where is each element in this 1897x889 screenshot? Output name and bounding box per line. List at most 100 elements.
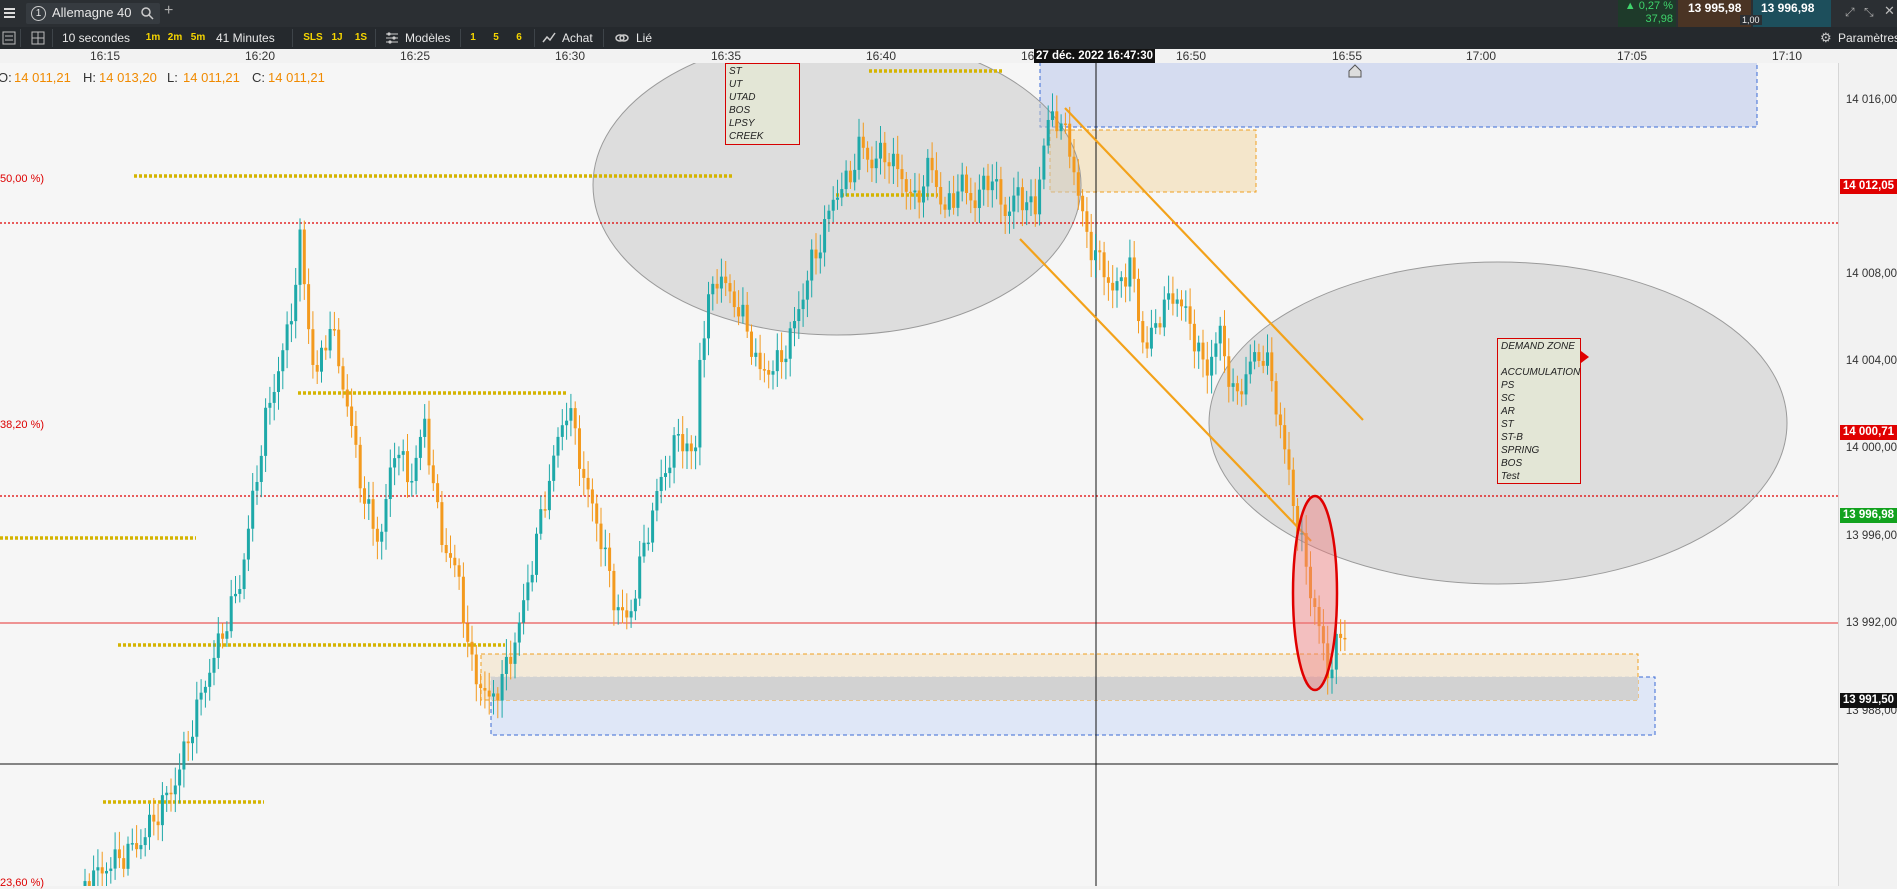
settings-icon[interactable]: ⚙	[1820, 31, 1832, 45]
candle-body	[371, 499, 375, 529]
settings-button[interactable]: Paramètres	[1838, 30, 1897, 46]
candle-body	[173, 785, 177, 795]
candle-body	[96, 867, 100, 871]
candle-body	[526, 582, 530, 601]
candle-body	[160, 795, 164, 826]
list-icon[interactable]	[2, 31, 16, 48]
candle-body	[879, 142, 882, 159]
layout-icon[interactable]	[31, 31, 45, 48]
candle-body	[178, 769, 182, 786]
candle-body	[410, 481, 414, 483]
candle-body	[909, 191, 913, 194]
candle-body	[289, 321, 293, 325]
fib-38-price-tag: 14 000,71	[1840, 425, 1897, 440]
price-axis[interactable]: 14 016,00 14 008,00 14 004,00 14 000,00 …	[1838, 63, 1897, 886]
candle-body	[702, 338, 706, 360]
candle-body	[659, 476, 663, 492]
timeframe-5m[interactable]: 5m	[189, 31, 207, 45]
candle-body	[358, 444, 362, 489]
timeframe-2m[interactable]: 2m	[166, 31, 184, 45]
candle-body	[1167, 293, 1171, 300]
price-label: 14 008,00	[1845, 268, 1897, 280]
candle-body	[92, 870, 96, 886]
models-icon	[385, 31, 399, 48]
distribution-panel[interactable]: ST UT UTAD BOS LPSY CREEK	[725, 63, 800, 145]
candle-body	[1257, 352, 1261, 361]
ohlc-high-label: H:	[83, 70, 96, 85]
candle-body	[1248, 361, 1252, 375]
price-chart[interactable]: O: 14 011,21 H: 14 013,20 L: 14 011,21 C…	[0, 63, 1838, 889]
candle-body	[479, 684, 483, 689]
timeframe-1j[interactable]: 1J	[328, 31, 346, 45]
candle-body	[698, 359, 702, 448]
panel-item: LPSY	[729, 118, 755, 129]
timeframe-1m[interactable]: 1m	[144, 31, 162, 45]
candle-body	[246, 528, 250, 560]
candle-body	[1059, 123, 1063, 132]
instrument-tab[interactable]: 1 Allemagne 40	[26, 3, 160, 24]
candle-body	[315, 364, 319, 372]
candle-body	[1201, 342, 1205, 360]
time-axis: 16:15 16:20 16:25 16:30 16:35 16:40 16:4…	[0, 49, 1897, 64]
expand-icon[interactable]: ⤢	[1845, 5, 1855, 20]
candle-body	[109, 868, 113, 871]
candle-body	[767, 370, 771, 375]
candle-body	[1266, 352, 1269, 366]
add-tab-icon[interactable]: +	[164, 2, 173, 20]
candle-body	[375, 528, 379, 542]
sls-button[interactable]: SLS	[302, 31, 324, 45]
candle-body	[990, 181, 994, 191]
candle-body	[556, 436, 560, 456]
link-button[interactable]: Lié	[636, 30, 652, 46]
candle-body	[836, 197, 839, 200]
candle-body	[715, 283, 719, 289]
minimize-icon[interactable]: ⤡	[1864, 5, 1874, 20]
time-label: 17:05	[1616, 49, 1648, 63]
candle-body	[578, 428, 581, 469]
ohlc-open-label: O:	[0, 70, 12, 85]
candle-body	[1244, 374, 1248, 395]
candle-body	[1016, 187, 1020, 196]
timeframe-1s[interactable]: 1S	[352, 31, 370, 45]
menu-icon[interactable]	[3, 5, 17, 21]
candle-body	[930, 157, 934, 171]
candle-body	[384, 499, 388, 532]
candle-body	[569, 408, 573, 421]
candle-body	[1128, 257, 1132, 287]
candle-body	[1162, 299, 1166, 328]
candle-body	[1235, 383, 1239, 392]
candle-body	[350, 406, 354, 426]
candle-body	[1063, 123, 1067, 125]
preset-5[interactable]: 5	[489, 31, 503, 45]
candle-body	[1278, 414, 1282, 426]
candle-body	[285, 324, 289, 351]
candle-body	[1055, 111, 1059, 132]
close-icon[interactable]: ✕	[1884, 3, 1895, 19]
candle-body	[1081, 195, 1085, 212]
candle-body	[423, 418, 427, 437]
preset-6[interactable]: 6	[512, 31, 526, 45]
change-box: ▲ 0,27 % 37,98	[1618, 0, 1676, 27]
preset-1[interactable]: 1	[466, 31, 480, 45]
candle-body	[1124, 277, 1128, 287]
panel-item: CREEK	[729, 131, 764, 142]
duration-select[interactable]: 41 Minutes	[216, 30, 275, 46]
candle-body	[582, 468, 586, 478]
panel-item: UT	[729, 79, 743, 90]
interval-select[interactable]: 10 secondes	[62, 30, 130, 46]
search-icon[interactable]	[140, 6, 154, 23]
candle-body	[427, 418, 431, 466]
demand-zone-panel[interactable]: DEMAND ZONE ACCUMULATION PS SC AR ST ST-…	[1497, 338, 1581, 484]
candle-body	[621, 607, 624, 611]
buy-button[interactable]: Achat	[562, 30, 593, 46]
candle-body	[186, 741, 190, 744]
candle-body	[805, 280, 809, 300]
candle-body	[874, 158, 878, 169]
candle-body	[182, 741, 186, 770]
candle-body	[83, 881, 87, 886]
candle-body	[982, 175, 986, 190]
buy-price-button[interactable]: 13 996,98	[1753, 0, 1831, 27]
candle-body	[1029, 196, 1033, 203]
models-button[interactable]: Modèles	[405, 30, 450, 46]
candle-body	[203, 686, 207, 693]
